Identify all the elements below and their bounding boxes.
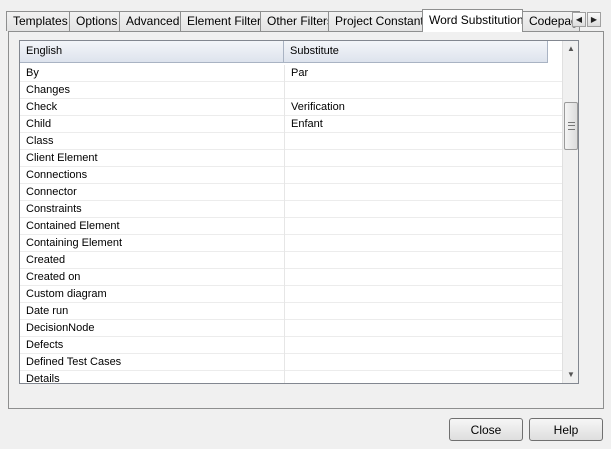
table-row[interactable]: Details bbox=[20, 371, 565, 383]
tab-scroll-right-icon[interactable]: ▶ bbox=[587, 12, 601, 27]
substitute-cell[interactable]: Enfant bbox=[284, 116, 548, 133]
substitute-cell[interactable] bbox=[284, 235, 548, 252]
english-cell[interactable]: By bbox=[20, 65, 284, 82]
table-row[interactable]: Class bbox=[20, 133, 565, 150]
tab-other-filters[interactable]: Other Filters bbox=[260, 11, 329, 31]
english-cell[interactable]: Child bbox=[20, 116, 284, 133]
substitute-cell[interactable] bbox=[284, 354, 548, 371]
table-row[interactable]: Created bbox=[20, 252, 565, 269]
grid-rows: By Par Changes Check Verification Child Enf… bbox=[20, 65, 565, 383]
help-button[interactable]: Help bbox=[529, 418, 603, 441]
tab-scroll-left-icon[interactable]: ◀ bbox=[572, 12, 586, 27]
tab-templates[interactable]: Templates bbox=[6, 11, 70, 31]
scroll-down-icon[interactable]: ▼ bbox=[563, 367, 578, 383]
english-cell[interactable]: Defects bbox=[20, 337, 284, 354]
grid-header: English Substitute bbox=[20, 41, 548, 63]
tab-project-constants[interactable]: Project Constants bbox=[328, 11, 423, 31]
tab-element-filters[interactable]: Element Filters bbox=[180, 11, 261, 31]
table-row[interactable]: DecisionNode bbox=[20, 320, 565, 337]
english-cell[interactable]: DecisionNode bbox=[20, 320, 284, 337]
table-row[interactable]: Check Verification bbox=[20, 99, 565, 116]
substitute-cell[interactable] bbox=[284, 320, 548, 337]
table-row[interactable]: Client Element bbox=[20, 150, 565, 167]
table-row[interactable]: Defects bbox=[20, 337, 565, 354]
substitute-cell[interactable] bbox=[284, 184, 548, 201]
english-cell[interactable]: Changes bbox=[20, 82, 284, 99]
table-row[interactable]: Custom diagram bbox=[20, 286, 565, 303]
substitute-cell[interactable] bbox=[284, 82, 548, 99]
word-substitution-grid: English Substitute By Par Changes Check Ve… bbox=[19, 40, 579, 384]
english-cell[interactable]: Constraints bbox=[20, 201, 284, 218]
table-row[interactable]: Child Enfant bbox=[20, 116, 565, 133]
table-row[interactable]: Contained Element bbox=[20, 218, 565, 235]
english-cell[interactable]: Date run bbox=[20, 303, 284, 320]
substitute-cell[interactable] bbox=[284, 150, 548, 167]
table-row[interactable]: Connector bbox=[20, 184, 565, 201]
table-row[interactable]: By Par bbox=[20, 65, 565, 82]
substitute-cell[interactable] bbox=[284, 303, 548, 320]
tab-word-substitution[interactable]: Word Substitution bbox=[422, 9, 523, 32]
substitute-cell[interactable]: Par bbox=[284, 65, 548, 82]
close-button[interactable]: Close bbox=[449, 418, 523, 441]
english-cell[interactable]: Contained Element bbox=[20, 218, 284, 235]
english-cell[interactable]: Connector bbox=[20, 184, 284, 201]
substitute-cell[interactable] bbox=[284, 201, 548, 218]
grip-icon bbox=[568, 122, 575, 130]
vertical-scrollbar[interactable]: ▲ ▼ bbox=[562, 41, 578, 383]
scroll-thumb[interactable] bbox=[564, 102, 578, 150]
english-cell[interactable]: Connections bbox=[20, 167, 284, 184]
substitute-cell[interactable] bbox=[284, 286, 548, 303]
english-cell[interactable]: Details bbox=[20, 371, 284, 383]
table-row[interactable]: Connections bbox=[20, 167, 565, 184]
table-row[interactable]: Defined Test Cases bbox=[20, 354, 565, 371]
word-substitution-panel: English Substitute By Par Changes Check Ve… bbox=[8, 31, 604, 409]
substitute-cell[interactable] bbox=[284, 133, 548, 150]
column-header-english[interactable]: English bbox=[20, 41, 284, 63]
english-cell[interactable]: Defined Test Cases bbox=[20, 354, 284, 371]
substitute-cell[interactable] bbox=[284, 371, 548, 383]
english-cell[interactable]: Containing Element bbox=[20, 235, 284, 252]
table-row[interactable]: Constraints bbox=[20, 201, 565, 218]
column-header-substitute[interactable]: Substitute bbox=[284, 41, 548, 63]
table-row[interactable]: Changes bbox=[20, 82, 565, 99]
english-cell[interactable]: Created bbox=[20, 252, 284, 269]
english-cell[interactable]: Check bbox=[20, 99, 284, 116]
substitute-cell[interactable]: Verification bbox=[284, 99, 548, 116]
table-row[interactable]: Created on bbox=[20, 269, 565, 286]
tab-advanced[interactable]: Advanced bbox=[119, 11, 181, 31]
substitute-cell[interactable] bbox=[284, 167, 548, 184]
substitute-cell[interactable] bbox=[284, 269, 548, 286]
english-cell[interactable]: Client Element bbox=[20, 150, 284, 167]
table-row[interactable]: Date run bbox=[20, 303, 565, 320]
substitute-cell[interactable] bbox=[284, 252, 548, 269]
tab-options[interactable]: Options bbox=[69, 11, 120, 31]
substitute-cell[interactable] bbox=[284, 337, 548, 354]
english-cell[interactable]: Created on bbox=[20, 269, 284, 286]
english-cell[interactable]: Class bbox=[20, 133, 284, 150]
english-cell[interactable]: Custom diagram bbox=[20, 286, 284, 303]
tab-strip: Templates Options Advanced Element Filte… bbox=[6, 9, 606, 32]
table-row[interactable]: Containing Element bbox=[20, 235, 565, 252]
substitute-cell[interactable] bbox=[284, 218, 548, 235]
scroll-up-icon[interactable]: ▲ bbox=[563, 41, 578, 57]
